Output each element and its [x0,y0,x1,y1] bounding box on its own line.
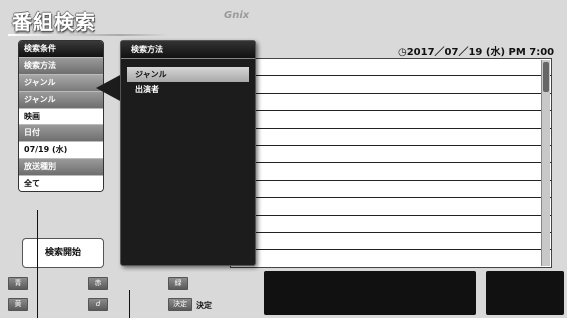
current-datetime: ◷2017／07／19 (水) PM 7:00 [398,47,555,58]
condition-genre-heading: ジャンル [19,91,103,109]
callout-line-right [129,290,130,318]
popup-option-performer[interactable]: 出演者 [127,82,249,97]
condition-header: 検索条件 [19,41,103,58]
search-method-popup: 検索方法 ジャンル 出演者 [120,40,256,266]
list-item[interactable] [231,198,551,216]
title-underline [8,34,168,36]
list-item[interactable] [231,146,551,164]
yellow-key[interactable]: 黄 [8,298,28,311]
condition-broadcast-heading: 放送種別 [19,159,103,177]
blue-key[interactable]: 青 [8,277,28,290]
popup-title: 検索方法 [121,41,255,59]
list-scrollbar[interactable] [541,60,550,266]
info-panel [264,271,476,315]
scroll-thumb[interactable] [543,62,549,92]
condition-date-value[interactable]: 07/19 (水) [19,142,103,160]
condition-method-value[interactable]: ジャンル [19,74,103,92]
d-key[interactable]: d [88,298,108,311]
list-item[interactable] [231,94,551,112]
search-condition-panel: 検索条件 検索方法 ジャンル ジャンル 映画 日付 07/19 (水) 放送種別… [18,40,104,192]
enter-key-label: 決定 [196,301,212,310]
list-item[interactable] [231,216,551,233]
list-item[interactable] [231,129,551,146]
condition-method-heading: 検索方法 [19,57,103,75]
page-title: 番組検索 [12,10,96,34]
list-item[interactable] [231,163,551,181]
popup-pointer [96,74,122,102]
condition-broadcast-value[interactable]: 全て [19,176,103,191]
list-item[interactable] [231,233,551,251]
list-item[interactable] [231,111,551,129]
start-search-button[interactable]: 検索開始 [22,238,104,268]
program-search-screen: 番組検索 Gnix ◷2017／07／19 (水) PM 7:00 検索条件 検… [0,0,567,318]
red-key[interactable]: 赤 [88,277,108,290]
brand-logo: Gnix [224,10,250,21]
list-item[interactable] [231,59,551,77]
result-list[interactable] [230,58,552,268]
list-item[interactable] [231,76,551,94]
list-item[interactable] [231,181,551,199]
callout-line-left [37,210,38,318]
preview-panel [486,271,564,315]
condition-genre-value[interactable]: 映画 [19,108,103,126]
condition-date-heading: 日付 [19,125,103,143]
popup-option-genre[interactable]: ジャンル [127,67,249,82]
enter-key[interactable]: 決定 [168,298,192,311]
green-key[interactable]: 緑 [168,277,188,290]
